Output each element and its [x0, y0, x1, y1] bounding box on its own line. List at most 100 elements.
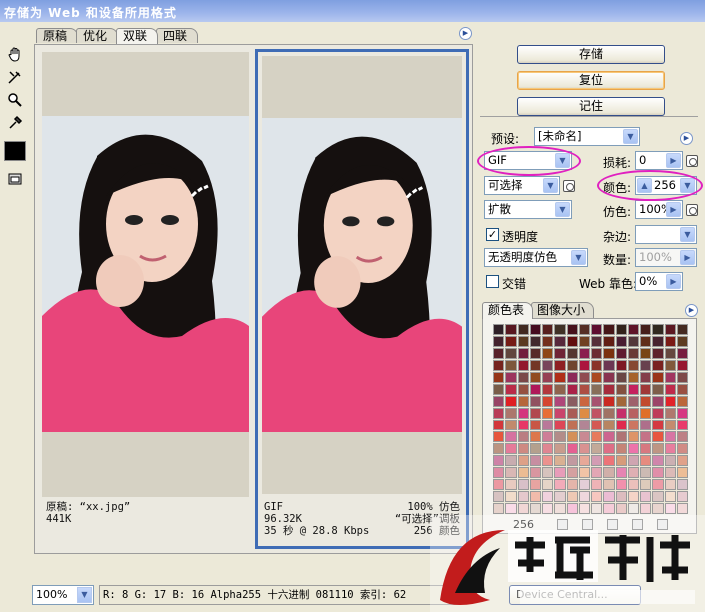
color-swatch[interactable]: [664, 395, 676, 407]
color-swatch[interactable]: [529, 359, 541, 371]
color-swatch[interactable]: [554, 491, 566, 503]
color-swatch[interactable]: [517, 443, 529, 455]
color-swatch[interactable]: [542, 503, 554, 514]
color-swatch[interactable]: [529, 383, 541, 395]
color-swatch[interactable]: [664, 383, 676, 395]
color-swatch[interactable]: [578, 467, 590, 479]
color-swatch[interactable]: [627, 359, 639, 371]
color-swatch[interactable]: [493, 467, 505, 479]
color-swatch[interactable]: [517, 419, 529, 431]
color-swatch[interactable]: [676, 359, 688, 371]
color-swatch[interactable]: [578, 407, 590, 419]
color-swatch[interactable]: [664, 347, 676, 359]
color-swatch[interactable]: [603, 395, 615, 407]
color-swatch[interactable]: [578, 383, 590, 395]
map-transparent-icon[interactable]: [557, 519, 568, 530]
save-button[interactable]: 存储: [517, 45, 665, 64]
color-swatch[interactable]: [603, 479, 615, 491]
color-swatch[interactable]: [591, 443, 603, 455]
preset-select[interactable]: [未命名] ▼: [534, 127, 640, 146]
color-swatch[interactable]: [676, 407, 688, 419]
color-swatch[interactable]: [640, 371, 652, 383]
color-swatch[interactable]: [640, 347, 652, 359]
eyedropper-tool-icon[interactable]: [4, 113, 26, 133]
color-swatch[interactable]: [664, 407, 676, 419]
color-swatch[interactable]: [652, 503, 664, 514]
color-swatch[interactable]: [517, 383, 529, 395]
color-swatch[interactable]: [578, 419, 590, 431]
color-swatch[interactable]: [664, 419, 676, 431]
color-swatch[interactable]: [652, 324, 664, 335]
color-swatch[interactable]: [554, 347, 566, 359]
tab-image-size[interactable]: 图像大小: [531, 302, 595, 319]
color-swatch[interactable]: [676, 431, 688, 443]
color-swatch[interactable]: [664, 455, 676, 467]
color-swatch[interactable]: [554, 467, 566, 479]
color-swatch[interactable]: [566, 359, 578, 371]
color-swatch[interactable]: [566, 467, 578, 479]
color-swatch[interactable]: [652, 467, 664, 479]
dither-algorithm-select[interactable]: 扩散 ▼: [484, 200, 572, 219]
color-swatch[interactable]: [652, 431, 664, 443]
interlaced-checkbox[interactable]: [486, 275, 499, 288]
color-swatch[interactable]: [505, 395, 517, 407]
color-swatch[interactable]: [505, 419, 517, 431]
color-swatch[interactable]: [493, 347, 505, 359]
toggle-slices-icon[interactable]: [4, 169, 26, 189]
color-swatch[interactable]: [652, 383, 664, 395]
color-swatch[interactable]: [517, 455, 529, 467]
color-swatch[interactable]: [554, 383, 566, 395]
color-swatch[interactable]: [591, 371, 603, 383]
color-swatch[interactable]: [652, 395, 664, 407]
color-swatch[interactable]: [615, 347, 627, 359]
color-swatch[interactable]: [578, 491, 590, 503]
color-swatch[interactable]: [542, 324, 554, 335]
color-swatch[interactable]: [591, 419, 603, 431]
tab-optimized[interactable]: 优化: [76, 28, 119, 43]
color-swatch[interactable]: [517, 479, 529, 491]
color-swatch[interactable]: [603, 443, 615, 455]
color-swatch[interactable]: [603, 407, 615, 419]
color-swatch[interactable]: [627, 503, 639, 514]
color-swatch[interactable]: [615, 443, 627, 455]
color-swatch[interactable]: [542, 359, 554, 371]
color-swatch[interactable]: [676, 371, 688, 383]
color-swatch[interactable]: [591, 479, 603, 491]
color-reduction-select[interactable]: 可选择 ▼: [484, 176, 560, 195]
color-swatch[interactable]: [493, 455, 505, 467]
color-swatch[interactable]: [664, 503, 676, 514]
color-swatch[interactable]: [664, 443, 676, 455]
color-swatch[interactable]: [554, 395, 566, 407]
color-swatch[interactable]: [505, 335, 517, 347]
color-swatch[interactable]: [542, 431, 554, 443]
color-swatch[interactable]: [627, 479, 639, 491]
color-swatch[interactable]: [493, 395, 505, 407]
color-swatch[interactable]: [517, 359, 529, 371]
color-swatch[interactable]: [591, 335, 603, 347]
color-swatch[interactable]: [591, 407, 603, 419]
color-swatch[interactable]: [505, 503, 517, 514]
color-swatch[interactable]: [591, 431, 603, 443]
color-swatch[interactable]: [542, 443, 554, 455]
color-swatch[interactable]: [603, 359, 615, 371]
color-swatch[interactable]: [493, 479, 505, 491]
hand-tool-icon[interactable]: [4, 44, 26, 64]
color-swatch[interactable]: [529, 455, 541, 467]
color-swatch[interactable]: [603, 455, 615, 467]
color-swatch[interactable]: [554, 335, 566, 347]
trash-icon[interactable]: [657, 519, 668, 530]
color-swatch[interactable]: [615, 324, 627, 335]
color-swatch[interactable]: [505, 455, 517, 467]
color-swatch[interactable]: [652, 359, 664, 371]
color-swatch[interactable]: [566, 347, 578, 359]
color-swatch[interactable]: [578, 347, 590, 359]
color-swatch[interactable]: [676, 419, 688, 431]
optimize-menu-icon[interactable]: ▶: [680, 132, 693, 145]
color-swatch[interactable]: [566, 491, 578, 503]
color-swatch[interactable]: [603, 431, 615, 443]
web-shift-icon[interactable]: [582, 519, 593, 530]
tab-4up[interactable]: 四联: [156, 28, 199, 43]
color-swatch[interactable]: [640, 431, 652, 443]
color-swatch[interactable]: [578, 503, 590, 514]
color-swatch[interactable]: [652, 479, 664, 491]
